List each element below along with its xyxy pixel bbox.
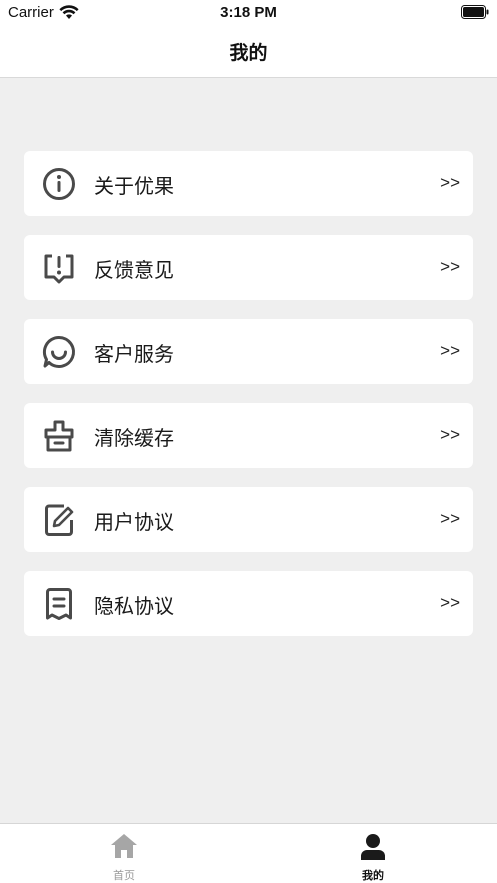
navigation-bar: 我的 <box>0 26 497 78</box>
chevron-right-icon: >> <box>440 509 460 528</box>
tab-mine[interactable]: 我的 <box>249 824 497 883</box>
info-icon <box>43 168 75 200</box>
chevron-right-icon: >> <box>440 425 460 444</box>
settings-menu: 关于优果 >> 反馈意见 >> 客户服务 >> 清除缓存 >> 用户协议 >> … <box>24 151 473 655</box>
menu-item-about[interactable]: 关于优果 >> <box>24 151 473 216</box>
menu-item-feedback[interactable]: 反馈意见 >> <box>24 235 473 300</box>
chevron-right-icon: >> <box>440 593 460 612</box>
feedback-icon <box>44 254 74 284</box>
menu-item-privacy-agreement[interactable]: 隐私协议 >> <box>24 571 473 636</box>
person-icon <box>361 834 385 860</box>
document-icon <box>46 588 72 620</box>
page-title: 我的 <box>229 42 268 64</box>
battery-icon <box>461 5 489 19</box>
menu-item-label: 反馈意见 <box>94 258 174 282</box>
broom-icon <box>44 420 74 452</box>
menu-item-clear-cache[interactable]: 清除缓存 >> <box>24 403 473 468</box>
menu-item-label: 用户协议 <box>94 510 174 534</box>
menu-item-user-agreement[interactable]: 用户协议 >> <box>24 487 473 552</box>
menu-item-label: 关于优果 <box>94 174 174 198</box>
menu-item-label: 客户服务 <box>94 342 174 366</box>
tab-label: 我的 <box>362 869 384 882</box>
status-bar: Carrier 3:18 PM <box>0 0 497 26</box>
chevron-right-icon: >> <box>440 257 460 276</box>
clock: 3:18 PM <box>220 4 277 21</box>
edit-document-icon <box>45 504 74 536</box>
tab-label: 首页 <box>113 869 135 882</box>
chevron-right-icon: >> <box>440 173 460 192</box>
tab-bar: 首页 我的 <box>0 823 497 883</box>
menu-item-label: 清除缓存 <box>94 426 174 450</box>
chevron-right-icon: >> <box>440 341 460 360</box>
home-icon <box>111 834 137 858</box>
menu-item-label: 隐私协议 <box>94 594 174 618</box>
chat-icon <box>42 335 75 368</box>
menu-item-customer-service[interactable]: 客户服务 >> <box>24 319 473 384</box>
tab-home[interactable]: 首页 <box>0 824 248 883</box>
